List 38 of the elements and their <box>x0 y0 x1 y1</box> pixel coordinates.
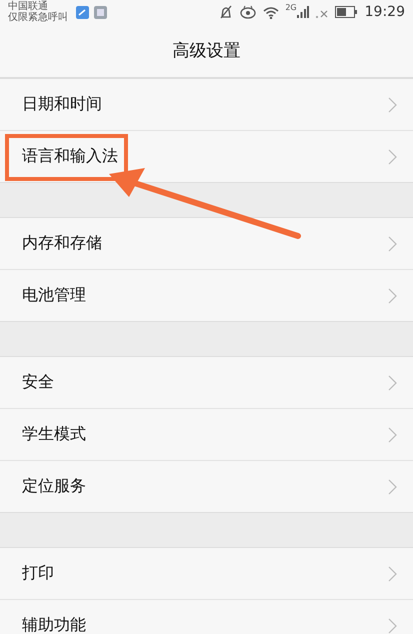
chevron-icon <box>388 426 397 442</box>
settings-item[interactable]: 电池管理 <box>0 269 413 321</box>
settings-label: 语言和输入法 <box>22 146 119 167</box>
battery-icon <box>334 6 357 18</box>
carrier-status: 仅限紧急呼叫 <box>8 12 68 23</box>
chevron-icon <box>388 618 397 634</box>
carrier-name: 中国联通 <box>8 1 48 12</box>
settings-item[interactable]: 定位服务 <box>0 460 413 512</box>
chevron-icon <box>388 478 397 494</box>
mute-icon <box>219 5 234 19</box>
app-notification-icon <box>94 6 107 18</box>
settings-label: 内存和存储 <box>22 233 103 254</box>
chevron-icon <box>388 566 397 582</box>
settings-label: 安全 <box>22 372 55 393</box>
settings-label: 学生模式 <box>22 424 87 445</box>
settings-item[interactable]: 学生模式 <box>0 408 413 460</box>
settings-item[interactable]: 日期和时间 <box>0 79 413 130</box>
settings-item[interactable]: 内存和存储 <box>0 218 413 269</box>
chevron-icon <box>388 148 397 164</box>
eye-icon <box>240 5 256 19</box>
signal-icon <box>296 6 309 18</box>
chevron-icon <box>388 374 397 390</box>
settings-item[interactable]: 打印 <box>0 548 413 599</box>
settings-label: 打印 <box>22 563 55 584</box>
wifi-icon <box>263 6 280 18</box>
settings-label: 定位服务 <box>22 476 87 497</box>
chevron-icon <box>388 236 397 252</box>
settings-item[interactable]: 辅助功能 <box>0 599 413 634</box>
app-notification-icon <box>76 6 89 18</box>
chevron-icon <box>388 288 397 304</box>
network-type: 2G <box>285 3 297 12</box>
page-title: 高级设置 <box>172 40 240 62</box>
settings-item[interactable]: 安全 <box>0 357 413 408</box>
chevron-icon <box>388 96 397 112</box>
settings-label: 日期和时间 <box>22 94 103 115</box>
clock: 19:29 <box>364 4 405 20</box>
settings-label: 电池管理 <box>22 285 87 306</box>
settings-label: 辅助功能 <box>22 615 87 634</box>
